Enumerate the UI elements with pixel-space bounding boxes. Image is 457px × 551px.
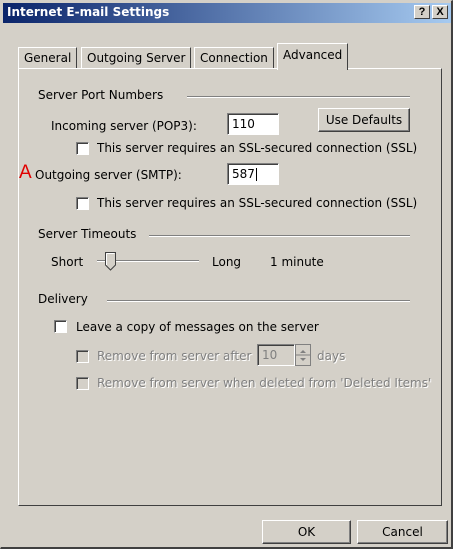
- incoming-port-input[interactable]: 110: [227, 113, 279, 135]
- remove-after-checkbox[interactable]: [76, 350, 89, 363]
- remove-deleted-checkbox[interactable]: [76, 377, 89, 390]
- remove-deleted-label: Remove from server when deleted from 'De…: [97, 376, 432, 390]
- tab-connection[interactable]: Connection: [194, 47, 274, 68]
- outgoing-ssl-label: This server requires an SSL-secured conn…: [97, 196, 418, 210]
- outgoing-port-value: 587: [232, 167, 255, 181]
- settings-dialog: Internet E-mail Settings ? X General Out…: [0, 0, 453, 549]
- help-button[interactable]: ?: [414, 5, 430, 19]
- outgoing-ssl-checkbox[interactable]: [76, 197, 89, 210]
- leave-copy-label: Leave a copy of messages on the server: [76, 320, 319, 334]
- remove-after-days-input[interactable]: 10: [257, 344, 295, 366]
- timeout-slider[interactable]: [97, 251, 199, 271]
- group-divider: [149, 235, 410, 237]
- timeout-long-label: Long: [212, 255, 242, 269]
- tab-advanced-label: Advanced: [283, 48, 343, 62]
- outgoing-port-input[interactable]: 587: [227, 163, 279, 185]
- use-defaults-button[interactable]: Use Defaults: [318, 108, 410, 132]
- ok-button[interactable]: OK: [262, 520, 351, 544]
- group-divider: [187, 96, 410, 98]
- incoming-ssl-checkbox[interactable]: [76, 142, 89, 155]
- timeout-value-label: 1 minute: [270, 255, 324, 269]
- cancel-button[interactable]: Cancel: [357, 520, 448, 544]
- tab-outgoing-server[interactable]: Outgoing Server: [81, 47, 192, 68]
- tab-outgoing-server-label: Outgoing Server: [87, 51, 186, 65]
- close-icon: X: [436, 6, 444, 18]
- days-spinner[interactable]: [295, 344, 311, 366]
- tab-advanced[interactable]: Advanced: [277, 43, 349, 70]
- incoming-server-label: Incoming server (POP3):: [51, 119, 197, 133]
- help-icon: ?: [418, 6, 426, 18]
- text-cursor: [255, 168, 257, 181]
- group-label-server-ports: Server Port Numbers: [38, 88, 164, 102]
- timeout-short-label: Short: [51, 255, 84, 269]
- remove-after-label: Remove from server after: [97, 349, 252, 363]
- group-label-server-timeouts: Server Timeouts: [38, 227, 137, 241]
- annotation-marker-a: A: [19, 162, 32, 183]
- group-label-delivery: Delivery: [38, 292, 88, 306]
- spinner-arrows-icon: [296, 350, 310, 361]
- incoming-ssl-label: This server requires an SSL-secured conn…: [97, 141, 418, 155]
- leave-copy-checkbox[interactable]: [54, 320, 67, 333]
- tab-connection-label: Connection: [200, 51, 268, 65]
- group-divider: [107, 300, 410, 302]
- days-label: days: [317, 349, 346, 363]
- slider-thumb-icon[interactable]: [105, 252, 116, 271]
- close-button[interactable]: X: [432, 5, 448, 19]
- advanced-tab-panel: Server Port Numbers Incoming server (POP…: [18, 68, 442, 506]
- outgoing-server-label: Outgoing server (SMTP):: [35, 168, 182, 182]
- tab-general-label: General: [24, 51, 72, 65]
- title-bar[interactable]: Internet E-mail Settings ? X: [3, 3, 451, 23]
- window-title: Internet E-mail Settings: [7, 5, 170, 19]
- tab-general[interactable]: General: [18, 47, 78, 68]
